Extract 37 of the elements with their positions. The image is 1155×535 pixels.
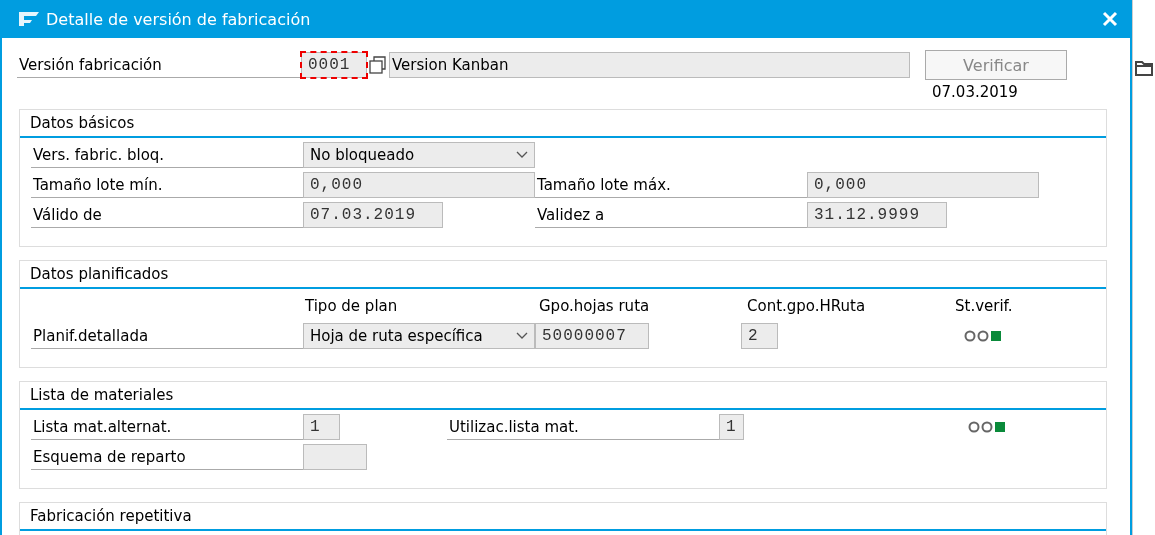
input-field[interactable]: 50000007	[535, 323, 649, 349]
input-field[interactable]: 0,000	[303, 172, 535, 198]
group-title: Datos básicos	[20, 110, 1106, 138]
window-title: Detalle de versión de fabricación	[46, 9, 312, 29]
date-field[interactable]: 31.12.9999	[807, 202, 947, 228]
description-field: Version Kanban	[389, 52, 910, 78]
input-field[interactable]: 2	[741, 323, 778, 349]
dropdown-field[interactable]: Hoja de ruta específica	[303, 323, 535, 349]
column-header: Gpo.hojas ruta	[539, 297, 650, 315]
field-label: Utilizac.lista mat.	[447, 414, 719, 440]
window-icon	[18, 11, 40, 27]
field-label: Lista mat.alternat.	[31, 414, 303, 440]
chevron-icon	[516, 151, 528, 159]
field-label: Tamaño lote máx.	[535, 172, 807, 198]
group-title: Fabricación repetitiva	[20, 503, 1106, 531]
group-title: Lista de materiales	[20, 382, 1106, 410]
dropdown-field[interactable]: No bloqueado	[303, 142, 535, 168]
input-field[interactable]: 0,000	[807, 172, 1039, 198]
field-label: Tamaño lote mín.	[31, 172, 303, 198]
field-label: Vers. fabric. bloq.	[31, 142, 303, 168]
input-field[interactable]	[303, 444, 367, 470]
version-field[interactable]: 0001	[301, 52, 367, 78]
field-label: Validez a	[535, 202, 807, 228]
input-field[interactable]: 1	[303, 414, 340, 440]
date-field[interactable]: 07.03.2019	[303, 202, 443, 228]
column-header: Cont.gpo.HRuta	[747, 297, 866, 315]
folder-icon[interactable]	[1135, 60, 1153, 76]
field-label: Esquema de reparto	[31, 444, 303, 470]
input-field[interactable]: 1	[719, 414, 744, 440]
close-icon[interactable]	[1102, 11, 1118, 27]
date-text: 07.03.2019	[932, 83, 1018, 101]
chevron-icon	[516, 332, 528, 340]
field-label: Planif.detallada	[31, 323, 303, 349]
field-label: Válido de	[31, 202, 303, 228]
column-header: St.verif.	[955, 297, 1013, 315]
group-title: Datos planificados	[20, 261, 1106, 289]
column-header: Tipo de plan	[305, 297, 398, 315]
